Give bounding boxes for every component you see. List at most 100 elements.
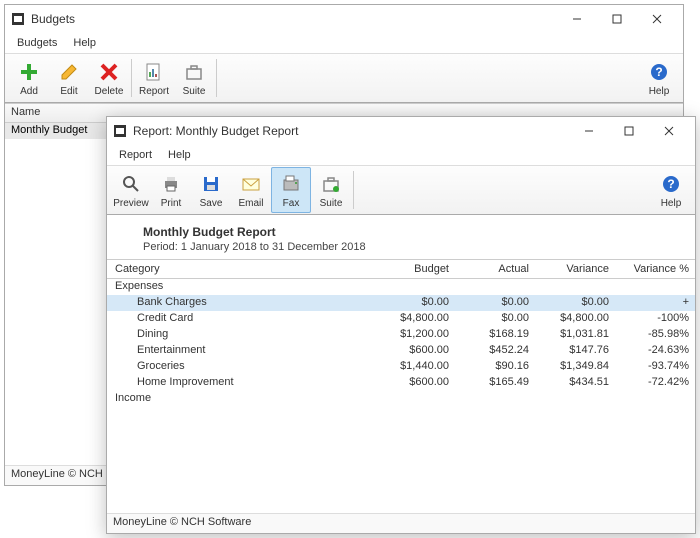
cell-actual: $0.00 — [455, 312, 535, 326]
email-button[interactable]: Email — [231, 167, 271, 213]
app-icon — [113, 124, 127, 138]
expenses-group-row[interactable]: Expenses — [107, 279, 695, 295]
cell-category: Dining — [107, 328, 375, 342]
report-title-label: Monthly Budget Report — [143, 225, 675, 239]
report-grid: Category Budget Actual Variance Variance… — [107, 259, 695, 513]
cell-variancepct: -72.42% — [615, 376, 695, 390]
minimize-button[interactable] — [569, 118, 609, 144]
save-button[interactable]: Save — [191, 167, 231, 213]
report-columns: Category Budget Actual Variance Variance… — [107, 259, 695, 279]
cell-category: Credit Card — [107, 312, 375, 326]
budgets-menubar: Budgets Help — [5, 33, 683, 53]
report-toolbar: Preview Print Save Email Fax Suite ? Hel… — [107, 165, 695, 215]
cell-variancepct: -85.98% — [615, 328, 695, 342]
envelope-icon — [239, 172, 263, 196]
cell-actual: $452.24 — [455, 344, 535, 358]
suite-button[interactable]: Suite — [174, 55, 214, 101]
cell-variancepct: -100% — [615, 312, 695, 326]
magnifier-icon — [119, 172, 143, 196]
close-button[interactable] — [649, 118, 689, 144]
help-button[interactable]: ? Help — [639, 55, 679, 101]
plus-icon — [17, 60, 41, 84]
cell-variance: $434.51 — [535, 376, 615, 390]
delete-button[interactable]: Delete — [89, 55, 129, 101]
table-row[interactable]: Groceries$1,440.00$90.16$1,349.84-93.74% — [107, 359, 695, 375]
report-title: Report: Monthly Budget Report — [133, 124, 569, 138]
printer-icon — [159, 172, 183, 196]
table-row[interactable]: Dining$1,200.00$168.19$1,031.81-85.98% — [107, 327, 695, 343]
floppy-icon — [199, 172, 223, 196]
fax-button[interactable]: Fax — [271, 167, 311, 213]
print-button[interactable]: Print — [151, 167, 191, 213]
report-header: Monthly Budget Report Period: 1 January … — [107, 215, 695, 259]
report-window: Report: Monthly Budget Report Report Hel… — [106, 116, 696, 534]
col-category[interactable]: Category — [107, 263, 375, 275]
cell-actual: $0.00 — [455, 296, 535, 310]
suite-button[interactable]: Suite — [311, 167, 351, 213]
income-group-row[interactable]: Income — [107, 391, 695, 407]
report-button[interactable]: Report — [134, 55, 174, 101]
report-status: MoneyLine © NCH Software — [107, 513, 695, 533]
budgets-title: Budgets — [31, 12, 557, 26]
cell-variance: $1,349.84 — [535, 360, 615, 374]
x-icon — [97, 60, 121, 84]
briefcase-icon — [182, 60, 206, 84]
budgets-toolbar: Add Edit Delete Report Suite ? Help — [5, 53, 683, 103]
cell-category: Home Improvement — [107, 376, 375, 390]
col-actual[interactable]: Actual — [455, 263, 535, 275]
table-row[interactable]: Entertainment$600.00$452.24$147.76-24.63… — [107, 343, 695, 359]
cell-budget: $600.00 — [375, 344, 455, 358]
cell-variance: $0.00 — [535, 296, 615, 310]
report-menubar: Report Help — [107, 145, 695, 165]
edit-button[interactable]: Edit — [49, 55, 89, 101]
help-button[interactable]: ? Help — [651, 167, 691, 213]
preview-button[interactable]: Preview — [111, 167, 151, 213]
menu-help[interactable]: Help — [65, 35, 104, 51]
svg-text:?: ? — [655, 65, 662, 79]
toolbar-divider — [131, 59, 132, 97]
briefcase-icon — [319, 172, 343, 196]
toolbar-divider — [216, 59, 217, 97]
cell-variancepct: + — [615, 296, 695, 310]
cell-category: Groceries — [107, 360, 375, 374]
help-icon: ? — [647, 60, 671, 84]
cell-category: Bank Charges — [107, 296, 375, 310]
maximize-button[interactable] — [609, 118, 649, 144]
report-icon — [142, 60, 166, 84]
toolbar-divider — [353, 171, 354, 209]
pencil-icon — [57, 60, 81, 84]
cell-variance: $4,800.00 — [535, 312, 615, 326]
minimize-button[interactable] — [557, 6, 597, 32]
help-icon: ? — [659, 172, 683, 196]
cell-budget: $1,200.00 — [375, 328, 455, 342]
cell-actual: $165.49 — [455, 376, 535, 390]
cell-category: Entertainment — [107, 344, 375, 358]
cell-budget: $4,800.00 — [375, 312, 455, 326]
cell-actual: $90.16 — [455, 360, 535, 374]
col-variancepct[interactable]: Variance % — [615, 263, 695, 275]
table-row[interactable]: Home Improvement$600.00$165.49$434.51-72… — [107, 375, 695, 391]
cell-variance: $1,031.81 — [535, 328, 615, 342]
svg-text:?: ? — [667, 177, 674, 191]
budgets-titlebar: Budgets — [5, 5, 683, 33]
report-period-label: Period: 1 January 2018 to 31 December 20… — [143, 241, 675, 253]
cell-variance: $147.76 — [535, 344, 615, 358]
menu-budgets[interactable]: Budgets — [9, 35, 65, 51]
menu-help[interactable]: Help — [160, 147, 199, 163]
report-titlebar: Report: Monthly Budget Report — [107, 117, 695, 145]
cell-budget: $600.00 — [375, 376, 455, 390]
table-row[interactable]: Bank Charges$0.00$0.00$0.00+ — [107, 295, 695, 311]
col-variance[interactable]: Variance — [535, 263, 615, 275]
cell-budget: $1,440.00 — [375, 360, 455, 374]
col-budget[interactable]: Budget — [375, 263, 455, 275]
add-button[interactable]: Add — [9, 55, 49, 101]
app-icon — [11, 12, 25, 26]
table-row[interactable]: Credit Card$4,800.00$0.00$4,800.00-100% — [107, 311, 695, 327]
fax-icon — [279, 172, 303, 196]
cell-variancepct: -93.74% — [615, 360, 695, 374]
cell-actual: $168.19 — [455, 328, 535, 342]
maximize-button[interactable] — [597, 6, 637, 32]
close-button[interactable] — [637, 6, 677, 32]
menu-report[interactable]: Report — [111, 147, 160, 163]
cell-budget: $0.00 — [375, 296, 455, 310]
